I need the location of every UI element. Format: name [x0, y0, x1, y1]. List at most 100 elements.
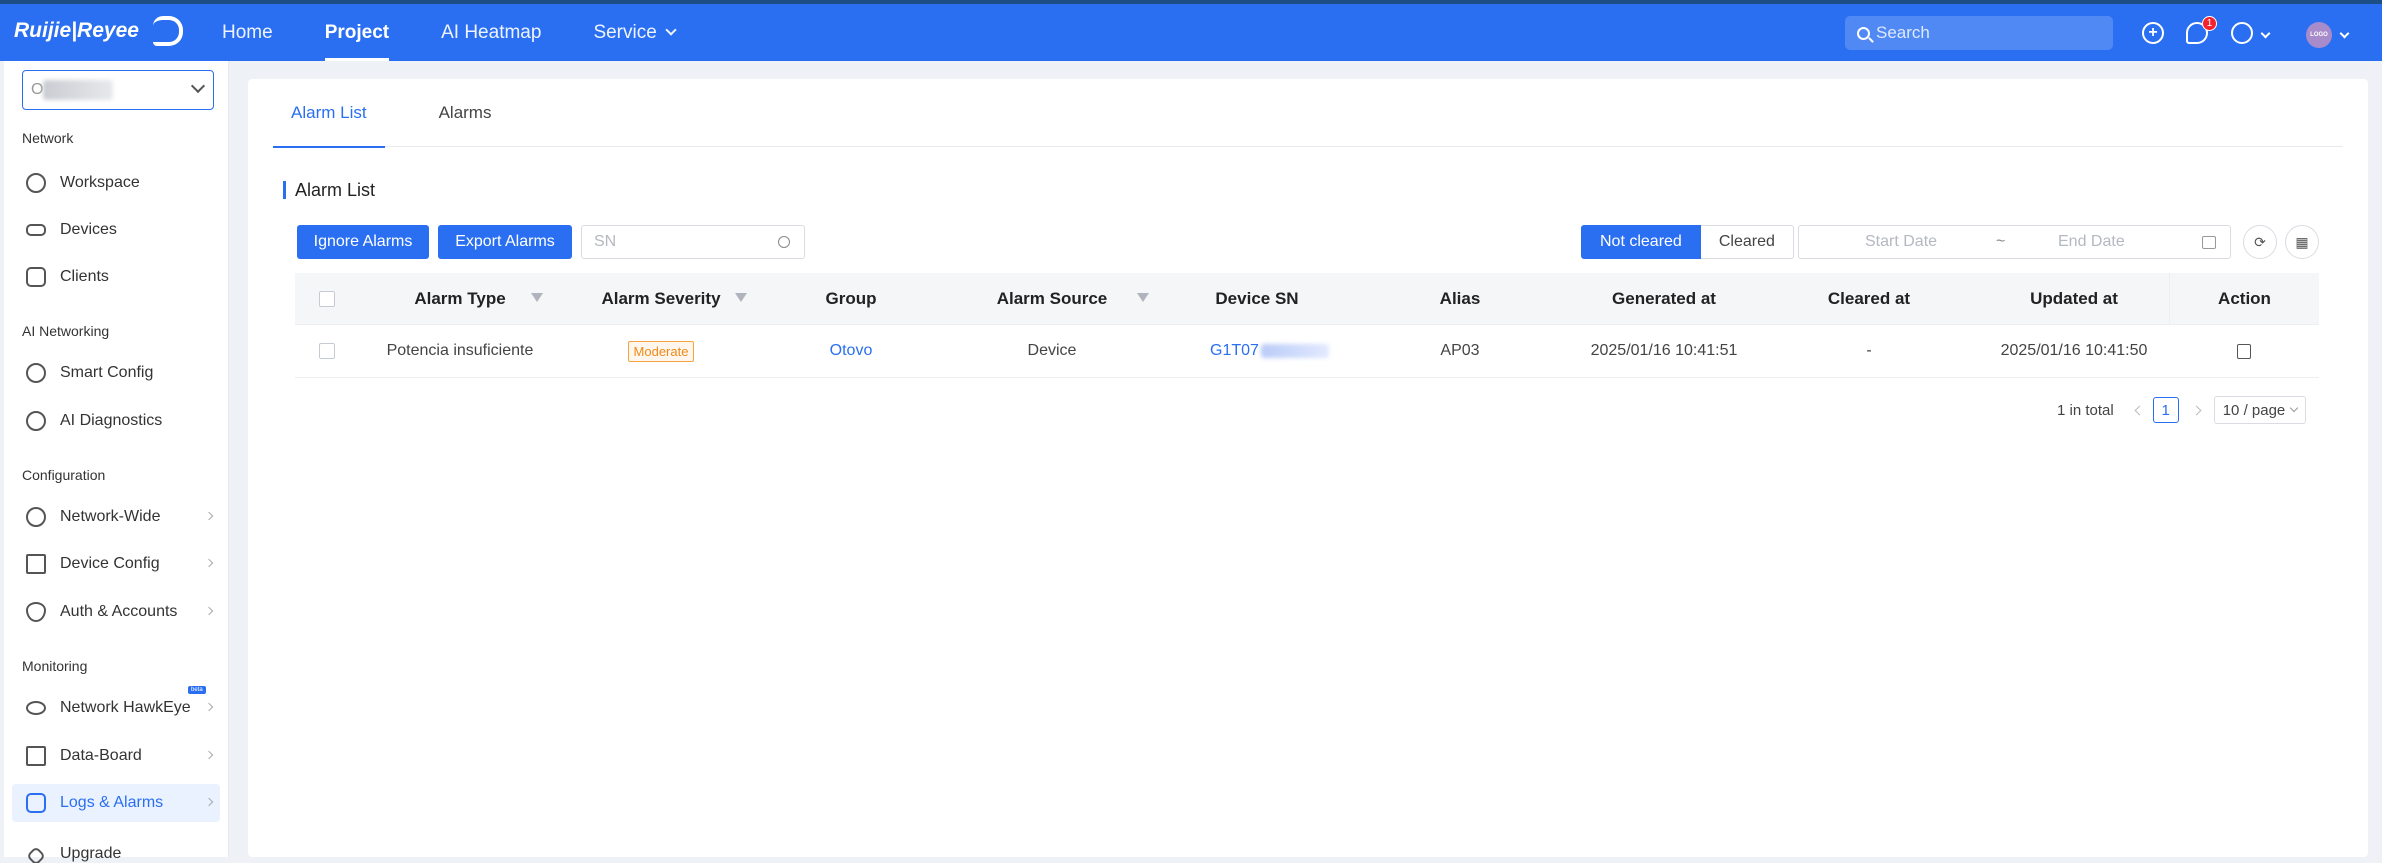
ignore-alarms-button[interactable]: Ignore Alarms [297, 225, 429, 259]
severity-badge: Moderate [627, 340, 695, 362]
sidebar-item-ai-diagnostics[interactable]: AI Diagnostics [12, 402, 220, 440]
alarm-type-cell: Potencia insuficiente [386, 342, 534, 359]
chevron-down-icon [2339, 28, 2350, 39]
sidebar-item-smart-config[interactable]: Smart Config [12, 354, 220, 392]
chevron-right-icon [204, 606, 214, 616]
nav-home[interactable]: Home [196, 4, 299, 61]
chevron-right-icon [204, 511, 214, 521]
sidebar-item-auth-accounts[interactable]: Auth & Accounts [12, 593, 220, 631]
group-title-monitoring: Monitoring [22, 658, 88, 674]
filter-icon[interactable] [1137, 293, 1149, 302]
heart-shield-icon [26, 602, 46, 622]
chevron-down-icon [2260, 28, 2271, 39]
tab-alarm-list[interactable]: Alarm List [273, 79, 385, 148]
total-count: 1 in total [2057, 401, 2114, 419]
export-alarms-button[interactable]: Export Alarms [438, 225, 572, 259]
globe-icon[interactable] [2231, 22, 2253, 44]
logs-icon [26, 793, 46, 813]
next-page-icon[interactable] [2191, 405, 2202, 415]
brand-r-icon [152, 16, 183, 46]
sidebar-item-clients[interactable]: Clients [12, 258, 220, 296]
eye-icon [26, 701, 46, 715]
nav-ai-heatmap[interactable]: AI Heatmap [415, 4, 567, 61]
alarm-severity-cell: Moderate [561, 325, 761, 377]
group-title-ai-networking: AI Networking [22, 323, 110, 339]
global-search-input[interactable]: Search [1845, 16, 2113, 50]
date-range-picker[interactable]: Start Date ~ End Date [1798, 225, 2231, 259]
col-alias: Alias [1439, 288, 1481, 308]
device-sn-link[interactable]: G1T07 [1163, 325, 1351, 377]
col-action: Action [2169, 273, 2319, 324]
main-panel: Alarm List Alarms Alarm List Ignore Alar… [248, 79, 2368, 857]
chevron-down-icon [190, 78, 206, 94]
chevron-down-icon [665, 24, 677, 36]
select-all-checkbox[interactable] [319, 290, 335, 307]
workspace-icon [26, 173, 46, 193]
prev-page-icon[interactable] [2134, 405, 2145, 415]
sliders-icon [26, 554, 46, 574]
sidebar-item-device-config[interactable]: Device Config [12, 545, 220, 583]
refresh-button[interactable]: ⟳ [2243, 225, 2277, 259]
sidebar-item-network-hawkeye[interactable]: Network HawkEye beta [12, 686, 220, 727]
chevron-right-icon [204, 558, 214, 568]
not-cleared-option[interactable]: Not cleared [1581, 225, 1701, 259]
upgrade-icon [26, 846, 46, 863]
sidebar-item-workspace[interactable]: Workspace [12, 164, 220, 202]
chevron-right-icon [204, 797, 214, 807]
col-generated-at: Generated at [1612, 288, 1716, 308]
action-cell [2169, 325, 2319, 377]
nav-project[interactable]: Project [299, 4, 415, 61]
tab-bar: Alarm List Alarms [273, 79, 2343, 148]
sidebar-item-upgrade[interactable]: Upgrade [12, 833, 220, 863]
network-wide-icon [26, 507, 46, 527]
chevron-right-icon [204, 750, 214, 760]
group-link[interactable]: Otovo [761, 325, 941, 377]
notification-badge: 1 [2202, 16, 2217, 31]
chevron-down-icon [2290, 403, 2299, 413]
sidebar-item-logs-alarms[interactable]: Logs & Alarms [12, 784, 220, 822]
col-cleared-at: Cleared at [1827, 288, 1911, 308]
sn-search-input[interactable]: SN [581, 225, 805, 259]
nav-service[interactable]: Service [567, 4, 700, 61]
beta-badge: beta [188, 686, 206, 694]
select-all-cell [295, 273, 359, 324]
filter-icon[interactable] [531, 293, 543, 302]
main-nav: Home Project AI Heatmap Service [196, 4, 701, 61]
monitor-icon [26, 746, 46, 766]
edit-document-icon[interactable] [2237, 343, 2251, 359]
sidebar-item-network-wide[interactable]: Network-Wide [12, 498, 220, 536]
search-icon [1857, 26, 1870, 40]
clear-status-toggle: Not cleared Cleared [1581, 225, 1794, 259]
page-1-button[interactable]: 1 [2152, 397, 2179, 423]
col-alarm-severity: Alarm Severity [561, 273, 761, 324]
table-row: Potencia insuficiente Moderate Otovo Dev… [295, 325, 2319, 378]
brand-logo[interactable]: Ruijie|Reyee [14, 16, 183, 46]
cleared-option[interactable]: Cleared [1700, 225, 1794, 259]
sidebar-item-data-board[interactable]: Data-Board [12, 737, 220, 775]
alarm-table: Alarm Type Alarm Severity Group Alarm So… [295, 273, 2319, 378]
cleared-at-cell: - [1866, 342, 1872, 359]
tab-alarms[interactable]: Alarms [421, 79, 510, 147]
col-updated-at: Updated at [2030, 288, 2118, 308]
page-size-select[interactable]: 10 / page [2213, 396, 2307, 424]
pagination: 1 in total 1 10 / page [2057, 396, 2307, 424]
sidebar-item-devices[interactable]: Devices [12, 211, 220, 249]
avatar[interactable]: LOGO [2306, 22, 2332, 48]
end-date-input[interactable]: End Date [2058, 233, 2125, 251]
col-group: Group [825, 288, 877, 308]
updated-at-cell: 2025/01/16 10:41:50 [2000, 342, 2148, 359]
chevron-right-icon [204, 702, 214, 712]
row-select-cell [295, 325, 359, 377]
site-selector[interactable]: O [22, 70, 214, 110]
column-settings-button[interactable]: ▦ [2285, 225, 2319, 259]
filter-icon[interactable] [735, 293, 747, 302]
generated-at-cell: 2025/01/16 10:41:51 [1590, 342, 1738, 359]
device-icon [26, 224, 46, 236]
col-device-sn: Device SN [1215, 288, 1299, 308]
start-date-input[interactable]: Start Date [1865, 233, 1937, 251]
group-title-configuration: Configuration [22, 467, 106, 483]
add-icon[interactable]: + [2142, 22, 2164, 44]
row-checkbox[interactable] [319, 343, 335, 359]
ai-diagnostics-icon [26, 411, 46, 431]
section-title: Alarm List [283, 181, 375, 199]
